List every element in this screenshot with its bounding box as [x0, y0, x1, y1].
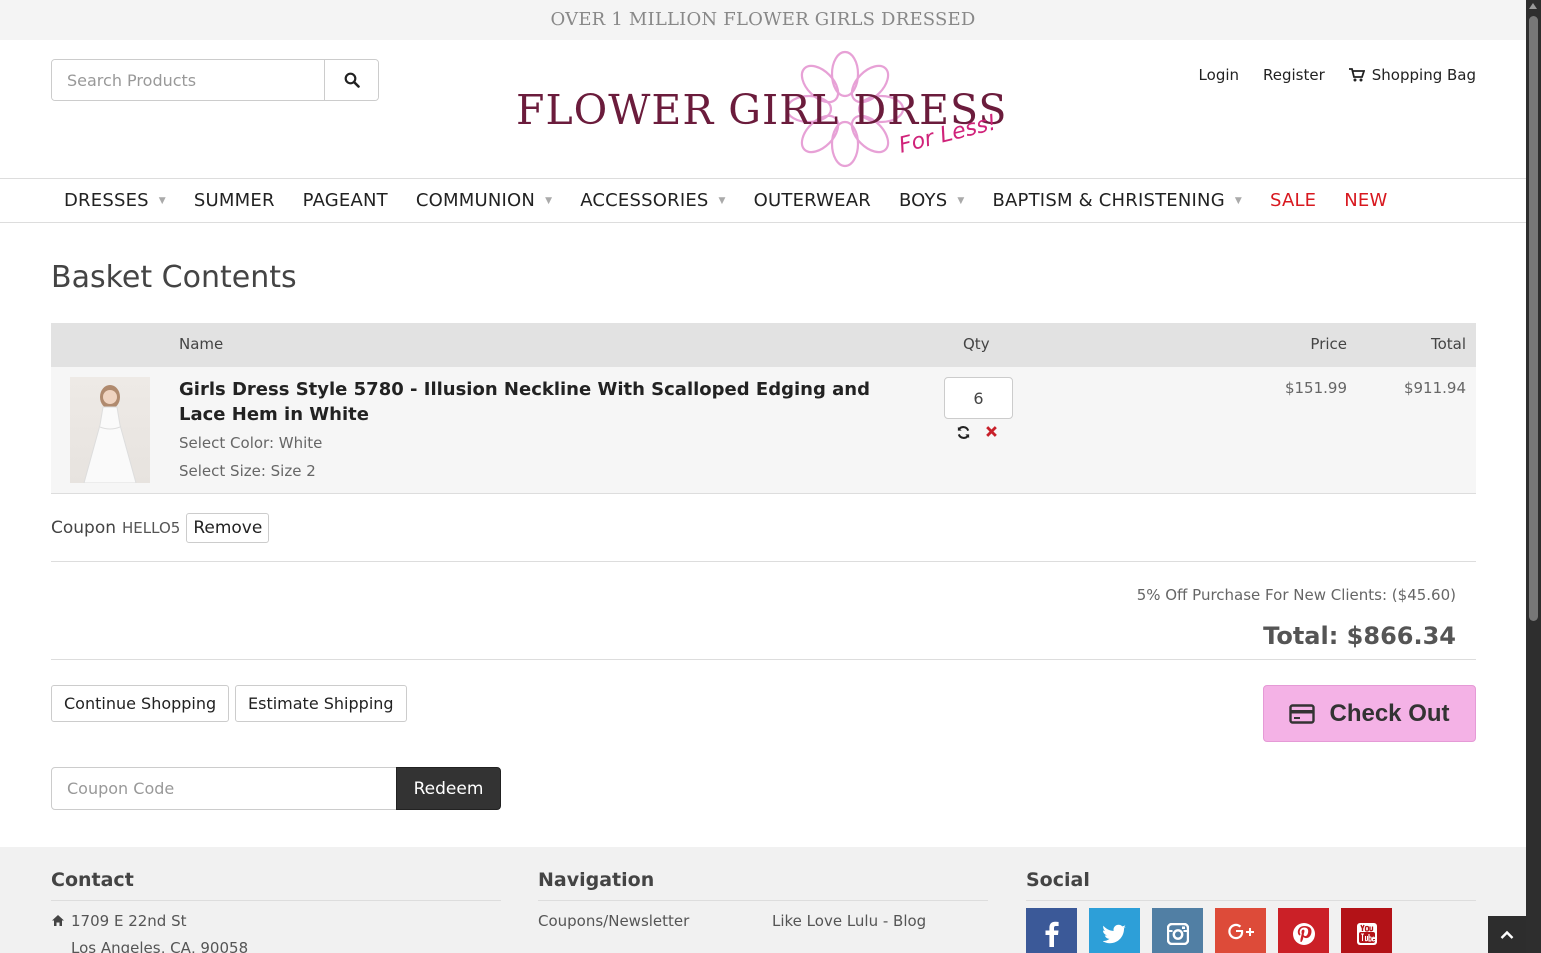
product-thumbnail[interactable]: [70, 377, 150, 483]
remove-coupon-button[interactable]: Remove: [186, 513, 270, 543]
checkout-button[interactable]: Check Out: [1263, 685, 1476, 742]
basket-table-header: Name Qty Price Total: [51, 323, 1476, 367]
search-icon: [344, 72, 360, 88]
shopping-cart-icon: [1348, 68, 1365, 82]
credit-card-icon: [1289, 703, 1316, 724]
continue-shopping-button[interactable]: Continue Shopping: [51, 685, 230, 722]
nav-item-baptism[interactable]: BAPTISM & CHRISTENING ▼: [993, 190, 1242, 211]
footer-link-blog[interactable]: Like Love Lulu - Blog: [772, 912, 926, 930]
footer-social-title: Social: [1026, 869, 1090, 891]
site-logo[interactable]: FLOWER GIRL DRESS For Less!: [510, 50, 1020, 175]
account-links: Login Register Shopping Bag: [1199, 66, 1476, 84]
nav-item-accessories[interactable]: ACCESSORIES ▼: [580, 190, 725, 211]
footer-divider: [538, 900, 988, 901]
coupon-label: Coupon: [51, 518, 117, 538]
footer-navigation-title: Navigation: [538, 869, 655, 891]
quantity-actions: [956, 425, 998, 440]
refresh-icon[interactable]: [956, 425, 971, 440]
nav-item-dresses[interactable]: DRESSES ▼: [64, 190, 166, 211]
search-input[interactable]: [52, 60, 324, 100]
product-name-link[interactable]: Girls Dress Style 5780 - Illusion Neckli…: [179, 377, 899, 427]
column-header-price: Price: [1310, 335, 1347, 353]
page-title: Basket Contents: [51, 260, 297, 295]
scroll-up-arrow-icon[interactable]: [1529, 3, 1537, 9]
product-size-option: Select Size: Size 2: [179, 462, 316, 480]
column-header-name: Name: [179, 335, 224, 353]
login-link[interactable]: Login: [1199, 66, 1239, 84]
footer-divider: [51, 900, 501, 901]
item-price: $151.99: [1284, 379, 1347, 397]
remove-item-icon[interactable]: [985, 425, 998, 438]
discount-line: 5% Off Purchase For New Clients: ($45.60…: [1136, 586, 1456, 604]
register-link[interactable]: Register: [1263, 66, 1325, 84]
nav-item-new[interactable]: NEW: [1344, 190, 1387, 211]
search-button[interactable]: [324, 60, 378, 100]
nav-label: ACCESSORIES: [580, 190, 709, 211]
search-form: [51, 59, 379, 101]
site-footer: Contact 1709 E 22nd St Los Angeles, CA, …: [0, 847, 1526, 953]
estimate-shipping-button[interactable]: Estimate Shipping: [235, 685, 407, 722]
dress-image-icon: [83, 385, 137, 483]
nav-label: PAGEANT: [302, 190, 388, 211]
caret-down-icon: ▼: [545, 195, 553, 206]
nav-label: DRESSES: [64, 190, 149, 211]
footer-link-coupons[interactable]: Coupons/Newsletter: [538, 912, 689, 930]
page-scrollbar[interactable]: [1526, 0, 1541, 953]
nav-item-summer[interactable]: SUMMER: [194, 190, 275, 211]
quantity-input[interactable]: [944, 377, 1013, 419]
pinterest-icon[interactable]: [1278, 908, 1329, 953]
nav-label: NEW: [1344, 190, 1388, 211]
caret-down-icon: ▼: [957, 195, 965, 206]
item-total: $911.94: [1403, 379, 1466, 397]
footer-contact-title: Contact: [51, 869, 134, 891]
main-nav: DRESSES ▼ SUMMER PAGEANT COMMUNION ▼ ACCES…: [0, 178, 1526, 223]
google-plus-icon[interactable]: [1215, 908, 1266, 953]
column-header-total: Total: [1430, 335, 1466, 353]
youtube-icon[interactable]: [1341, 908, 1392, 953]
nav-label: COMMUNION: [415, 190, 536, 211]
divider: [51, 659, 1476, 660]
divider: [51, 561, 1476, 562]
home-icon: [52, 915, 64, 926]
basket-row: Girls Dress Style 5780 - Illusion Neckli…: [51, 367, 1476, 494]
nav-item-outerwear[interactable]: OUTERWEAR: [754, 190, 871, 211]
twitter-icon[interactable]: [1089, 908, 1140, 953]
grand-total: Total: $866.34: [1263, 622, 1456, 650]
coupon-code-input[interactable]: [51, 767, 397, 810]
coupon-code: HELLO5: [122, 519, 181, 537]
footer-address-line2: Los Angeles, CA, 90058: [71, 939, 249, 953]
footer-divider: [1026, 900, 1476, 901]
scroll-thumb[interactable]: [1529, 16, 1538, 621]
nav-item-communion[interactable]: COMMUNION ▼: [416, 190, 552, 211]
product-color-option: Select Color: White: [179, 434, 323, 452]
shopping-bag-label: Shopping Bag: [1371, 66, 1476, 84]
caret-down-icon: ▼: [158, 195, 166, 206]
promo-banner: OVER 1 MILLION FLOWER GIRLS DRESSED: [0, 0, 1526, 40]
nav-item-pageant[interactable]: PAGEANT: [303, 190, 388, 211]
nav-item-sale[interactable]: SALE: [1270, 190, 1316, 211]
nav-item-boys[interactable]: BOYS ▼: [899, 190, 965, 211]
shopping-bag-link[interactable]: Shopping Bag: [1348, 66, 1476, 84]
back-to-top-button[interactable]: [1488, 916, 1526, 953]
footer-address-line1: 1709 E 22nd St: [71, 912, 187, 930]
instagram-icon[interactable]: [1152, 908, 1203, 953]
nav-label: SUMMER: [193, 190, 275, 211]
redeem-button[interactable]: Redeem: [396, 767, 501, 810]
column-header-qty: Qty: [963, 335, 990, 353]
social-links: [1026, 908, 1392, 953]
nav-label: OUTERWEAR: [753, 190, 871, 211]
applied-coupon: Coupon HELLO5 Remove: [51, 513, 270, 543]
nav-label: SALE: [1269, 190, 1317, 211]
caret-down-icon: ▼: [718, 195, 726, 206]
caret-down-icon: ▼: [1234, 195, 1242, 206]
nav-label: BOYS: [898, 190, 948, 211]
checkout-label: Check Out: [1329, 699, 1450, 727]
nav-label: BAPTISM & CHRISTENING: [992, 190, 1225, 211]
chevron-up-icon: [1500, 930, 1514, 939]
facebook-icon[interactable]: [1026, 908, 1077, 953]
